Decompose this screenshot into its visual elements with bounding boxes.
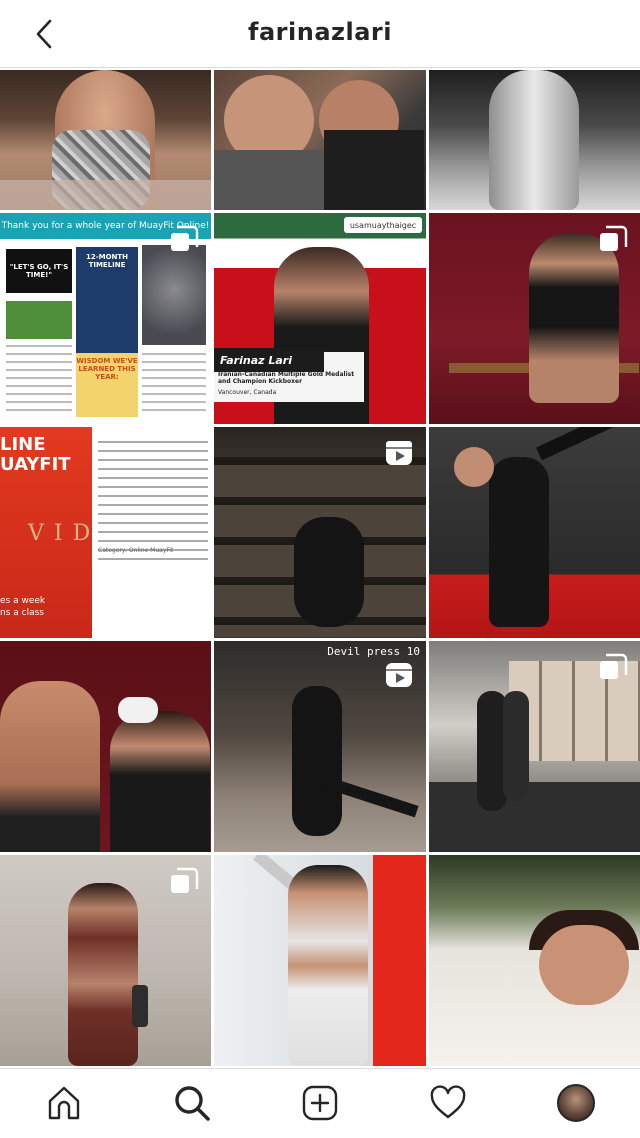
wisdom-heading: WISDOM WE'VE LEARNED THIS YEAR: (76, 353, 138, 417)
search-icon (175, 1086, 210, 1121)
tab-activity[interactable] (428, 1083, 468, 1123)
bottom-tab-bar (0, 1068, 640, 1138)
timeline-heading: 12-MONTH TIMELINE (85, 253, 129, 269)
caption-city: Vancouver, Canada (218, 389, 277, 396)
post-thumbnail[interactable] (0, 855, 211, 1066)
reels-icon (386, 441, 412, 465)
post-thumbnail[interactable] (214, 855, 426, 1066)
athlete-name: Farinaz Lari (214, 348, 324, 372)
top-bar: farinazlari (0, 0, 640, 68)
heart-icon (430, 1085, 466, 1119)
post-thumbnail[interactable]: Thank you for a whole year of MuayFit On… (0, 213, 211, 424)
post-thumbnail[interactable]: Devil press 10 (214, 641, 426, 852)
page-title: farinazlari (248, 18, 392, 46)
athlete-caption: Iranian-Canadian Multiple Gold Medalist … (218, 371, 358, 396)
multiple-photos-icon (171, 225, 199, 251)
post-thumbnail[interactable] (214, 427, 426, 638)
post-thumbnail[interactable] (214, 70, 426, 210)
tab-new-post[interactable] (300, 1083, 340, 1123)
multiple-photos-icon (171, 867, 199, 893)
post-thumbnail[interactable]: usamuaythaigec Farinaz Lari Iranian-Cana… (214, 213, 426, 424)
promo-bottom-text: es a week ns a class (0, 596, 46, 618)
caption-text: Iranian-Canadian Multiple Gold Medalist … (218, 371, 355, 385)
post-thumbnail[interactable] (429, 427, 640, 638)
post-quote: "LET'S GO, IT'S TIME!" (6, 249, 72, 293)
category-text: Category: Online MuayFit (98, 547, 174, 554)
post-thumbnail[interactable]: LINEUAYFIT VIDEOS es a weekns a class Ca… (0, 427, 211, 638)
tab-profile[interactable] (556, 1083, 596, 1123)
post-thumbnail[interactable] (0, 641, 211, 852)
post-thumbnail[interactable] (429, 70, 640, 210)
post-thumbnail[interactable] (429, 855, 640, 1066)
account-tag: usamuaythaigec (344, 217, 422, 233)
multiple-photos-icon (600, 225, 628, 251)
post-thumbnail[interactable] (429, 641, 640, 852)
reels-icon (386, 663, 412, 687)
avatar (557, 1084, 595, 1122)
post-thumbnail[interactable] (0, 70, 211, 210)
post-thumbnail[interactable] (429, 213, 640, 424)
plus-square-icon (302, 1085, 338, 1121)
promo-big-text: LINE UAYFIT (0, 434, 71, 475)
post-grid: Thank you for a whole year of MuayFit On… (0, 70, 640, 1068)
tab-search[interactable] (172, 1083, 212, 1123)
tab-home[interactable] (44, 1083, 84, 1123)
reel-caption: Devil press 10 (327, 645, 420, 658)
multiple-photos-icon (600, 653, 628, 679)
home-icon (48, 1086, 80, 1120)
